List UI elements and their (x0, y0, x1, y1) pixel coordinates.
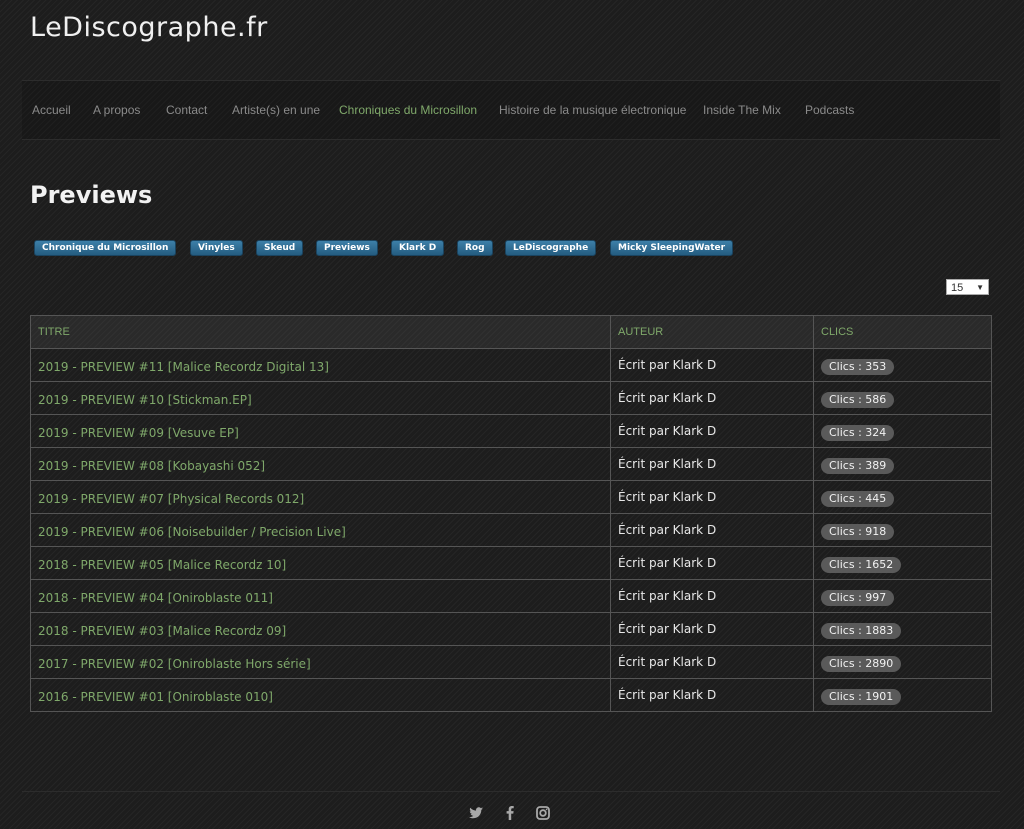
cell-title: 2019 - PREVIEW #10 [Stickman.EP] (30, 381, 611, 415)
nav-item-histoire-musique-electronique[interactable]: Histoire de la musique électronique (499, 103, 686, 117)
tag-chronique-du-microsillon[interactable]: Chronique du Microsillon (34, 240, 177, 256)
tag-lediscographe[interactable]: LeDiscographe (505, 240, 597, 256)
nav-item-artistes-en-une[interactable]: Artiste(s) en une (232, 103, 320, 117)
tag-rog[interactable]: Rog (457, 240, 493, 256)
table-row: 2019 - PREVIEW #07 [Physical Records 012… (30, 480, 992, 514)
cell-title: 2016 - PREVIEW #01 [Oniroblaste 010] (30, 678, 611, 712)
table-row: 2019 - PREVIEW #10 [Stickman.EP] Écrit pa… (30, 381, 992, 415)
column-header-hits[interactable]: CLICS (813, 315, 992, 349)
cell-title: 2019 - PREVIEW #08 [Kobayashi 052] (30, 447, 611, 481)
nav-item-contact[interactable]: Contact (166, 103, 207, 117)
article-title-link[interactable]: 2019 - PREVIEW #09 [Vesuve EP] (38, 426, 239, 440)
hits-badge: Clics : 353 (821, 359, 895, 375)
nav-item-podcasts[interactable]: Podcasts (805, 103, 854, 117)
cell-author: Écrit par Klark D (610, 513, 814, 547)
cell-author: Écrit par Klark D (610, 480, 814, 514)
article-title-link[interactable]: 2019 - PREVIEW #07 [Physical Records 012… (38, 492, 304, 506)
cell-author: Écrit par Klark D (610, 447, 814, 481)
hits-badge: Clics : 1652 (821, 557, 902, 573)
hits-badge: Clics : 2890 (821, 656, 902, 672)
cell-hits: Clics : 1883 (813, 612, 992, 646)
article-title-link[interactable]: 2018 - PREVIEW #03 [Malice Recordz 09] (38, 624, 286, 638)
table-row: 2019 - PREVIEW #11 [Malice Recordz Digit… (30, 348, 992, 382)
chevron-down-icon: ▼ (976, 283, 984, 292)
cell-hits: Clics : 918 (813, 513, 992, 547)
cell-title: 2018 - PREVIEW #04 [Oniroblaste 011] (30, 579, 611, 613)
cell-hits: Clics : 445 (813, 480, 992, 514)
table-row: 2019 - PREVIEW #09 [Vesuve EP] Écrit par … (30, 414, 992, 448)
tag-micky-sleepingwater[interactable]: Micky SleepingWater (610, 240, 734, 256)
cell-author: Écrit par Klark D (610, 579, 814, 613)
tag-previews[interactable]: Previews (316, 240, 378, 256)
cell-title: 2019 - PREVIEW #11 [Malice Recordz Digit… (30, 348, 611, 382)
instagram-icon[interactable] (535, 805, 551, 821)
table-row: 2018 - PREVIEW #03 [Malice Recordz 09] Éc… (30, 612, 992, 646)
cell-title: 2019 - PREVIEW #06 [Noisebuilder / Preci… (30, 513, 611, 547)
facebook-icon[interactable] (502, 805, 518, 821)
cell-hits: Clics : 997 (813, 579, 992, 613)
column-header-title[interactable]: TITRE (30, 315, 611, 349)
cell-title: 2019 - PREVIEW #07 [Physical Records 012… (30, 480, 611, 514)
hits-badge: Clics : 918 (821, 524, 895, 540)
nav-item-a-propos[interactable]: A propos (93, 103, 140, 117)
footer-divider (22, 791, 1000, 792)
tag-skeud[interactable]: Skeud (256, 240, 304, 256)
cell-hits: Clics : 586 (813, 381, 992, 415)
cell-author: Écrit par Klark D (610, 612, 814, 646)
article-title-link[interactable]: 2019 - PREVIEW #10 [Stickman.EP] (38, 393, 252, 407)
nav-item-accueil[interactable]: Accueil (32, 103, 71, 117)
hits-badge: Clics : 324 (821, 425, 895, 441)
previews-table: TITRE AUTEUR CLICS 2019 - PREVIEW #11 [M… (30, 315, 992, 712)
table-header-row: TITRE AUTEUR CLICS (30, 315, 992, 349)
hits-badge: Clics : 389 (821, 458, 895, 474)
nav-item-chroniques-du-microsillon[interactable]: Chroniques du Microsillon (339, 103, 477, 117)
cell-title: 2019 - PREVIEW #09 [Vesuve EP] (30, 414, 611, 448)
list-limit-select[interactable]: 15 ▼ (946, 279, 989, 295)
article-title-link[interactable]: 2016 - PREVIEW #01 [Oniroblaste 010] (38, 690, 273, 704)
article-title-link[interactable]: 2019 - PREVIEW #11 [Malice Recordz Digit… (38, 360, 329, 374)
table-row: 2018 - PREVIEW #04 [Oniroblaste 011] Écri… (30, 579, 992, 613)
table-row: 2016 - PREVIEW #01 [Oniroblaste 010] Écri… (30, 678, 992, 712)
table-row: 2018 - PREVIEW #05 [Malice Recordz 10] Éc… (30, 546, 992, 580)
hits-badge: Clics : 1901 (821, 689, 902, 705)
cell-hits: Clics : 1652 (813, 546, 992, 580)
tag-klark-d[interactable]: Klark D (391, 240, 445, 256)
cell-title: 2017 - PREVIEW #02 [Oniroblaste Hors sér… (30, 645, 611, 679)
cell-author: Écrit par Klark D (610, 348, 814, 382)
cell-author: Écrit par Klark D (610, 414, 814, 448)
cell-hits: Clics : 389 (813, 447, 992, 481)
article-title-link[interactable]: 2018 - PREVIEW #04 [Oniroblaste 011] (38, 591, 273, 605)
cell-hits: Clics : 1901 (813, 678, 992, 712)
twitter-icon[interactable] (468, 805, 484, 821)
main-navbar: Accueil A propos Contact Artiste(s) en u… (22, 80, 1000, 140)
page-title: Previews (30, 181, 153, 209)
site-title[interactable]: LeDiscographe.fr (30, 12, 268, 43)
tag-vinyles[interactable]: Vinyles (190, 240, 243, 256)
hits-badge: Clics : 586 (821, 392, 895, 408)
table-row: 2017 - PREVIEW #02 [Oniroblaste Hors sér… (30, 645, 992, 679)
hits-badge: Clics : 1883 (821, 623, 902, 639)
cell-hits: Clics : 2890 (813, 645, 992, 679)
article-title-link[interactable]: 2017 - PREVIEW #02 [Oniroblaste Hors sér… (38, 657, 311, 671)
cell-author: Écrit par Klark D (610, 678, 814, 712)
article-title-link[interactable]: 2019 - PREVIEW #08 [Kobayashi 052] (38, 459, 265, 473)
column-header-author[interactable]: AUTEUR (610, 315, 814, 349)
cell-title: 2018 - PREVIEW #05 [Malice Recordz 10] (30, 546, 611, 580)
cell-author: Écrit par Klark D (610, 546, 814, 580)
article-title-link[interactable]: 2018 - PREVIEW #05 [Malice Recordz 10] (38, 558, 286, 572)
article-title-link[interactable]: 2019 - PREVIEW #06 [Noisebuilder / Preci… (38, 525, 346, 539)
cell-hits: Clics : 324 (813, 414, 992, 448)
cell-title: 2018 - PREVIEW #03 [Malice Recordz 09] (30, 612, 611, 646)
table-row: 2019 - PREVIEW #06 [Noisebuilder / Preci… (30, 513, 992, 547)
nav-item-inside-the-mix[interactable]: Inside The Mix (703, 103, 781, 117)
hits-badge: Clics : 445 (821, 491, 895, 507)
cell-hits: Clics : 353 (813, 348, 992, 382)
table-row: 2019 - PREVIEW #08 [Kobayashi 052] Écrit … (30, 447, 992, 481)
list-limit-value: 15 (951, 282, 964, 294)
cell-author: Écrit par Klark D (610, 381, 814, 415)
cell-author: Écrit par Klark D (610, 645, 814, 679)
hits-badge: Clics : 997 (821, 590, 895, 606)
